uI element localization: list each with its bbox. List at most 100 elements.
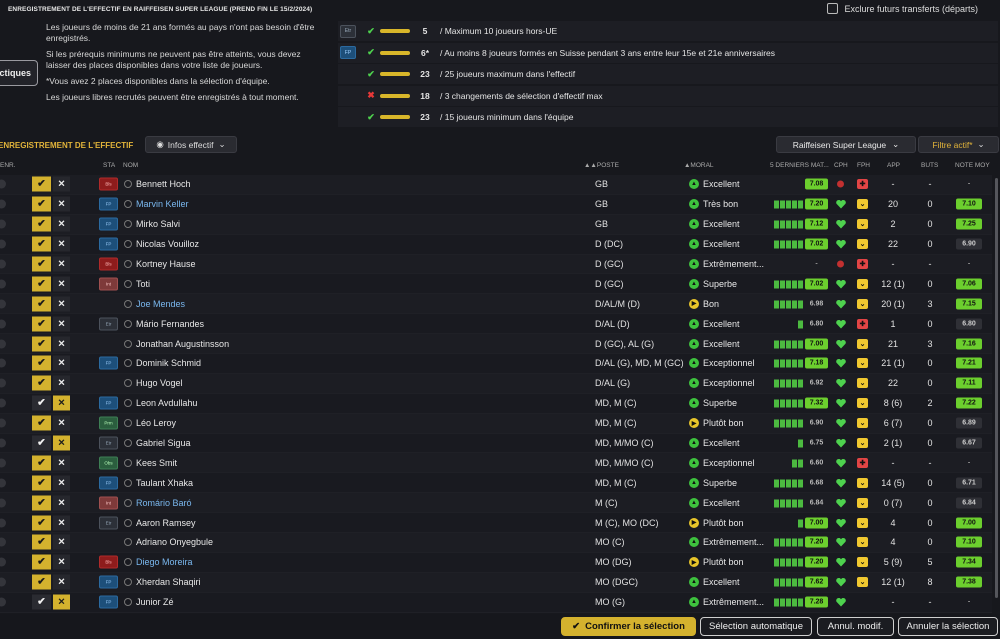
- player-name[interactable]: Léo Leroy: [136, 418, 176, 428]
- exclude-toggle[interactable]: ✕: [53, 256, 70, 272]
- exclude-toggle[interactable]: ✕: [53, 336, 70, 352]
- exclude-toggle[interactable]: ✕: [53, 316, 70, 332]
- exclude-toggle[interactable]: ✕: [53, 534, 70, 550]
- exclude-toggle[interactable]: ✕: [53, 395, 70, 411]
- exclude-toggle[interactable]: ✕: [53, 594, 70, 610]
- include-toggle[interactable]: ✔: [32, 574, 51, 590]
- registration-dot[interactable]: [0, 398, 6, 408]
- registration-dot[interactable]: [0, 597, 6, 607]
- exclude-toggle[interactable]: ✕: [53, 375, 70, 391]
- table-row[interactable]: ✔ ✕ Prm Léo Leroy MD, M (C) ▶ Plutôt bon 6.90 ⌄ 6…: [0, 413, 992, 434]
- registration-dot[interactable]: [0, 219, 6, 229]
- player-name[interactable]: Toti: [136, 279, 150, 289]
- player-name[interactable]: Kees Smit: [136, 458, 177, 468]
- include-toggle[interactable]: ✔: [32, 455, 51, 471]
- table-row[interactable]: ✔ ✕ Etr Gabriel Sigua MD, M/MO (C) ▲ Excellent…: [0, 433, 992, 454]
- exclude-toggle[interactable]: ✕: [53, 495, 70, 511]
- exclude-transfers-checkbox[interactable]: [827, 3, 839, 14]
- col-app[interactable]: APP: [887, 162, 900, 169]
- exclude-toggle[interactable]: ✕: [53, 355, 70, 371]
- player-name[interactable]: Nicolas Vouilloz: [136, 239, 199, 249]
- include-toggle[interactable]: ✔: [32, 534, 51, 550]
- player-name[interactable]: Gabriel Sigua: [136, 438, 191, 448]
- include-toggle[interactable]: ✔: [32, 475, 51, 491]
- registration-dot[interactable]: [0, 299, 6, 309]
- exclude-toggle[interactable]: ✕: [53, 574, 70, 590]
- registration-dot[interactable]: [0, 438, 6, 448]
- league-select[interactable]: Raiffeisen Super League ⌄: [776, 136, 916, 153]
- exclude-toggle[interactable]: ✕: [53, 515, 70, 531]
- exclude-toggle[interactable]: ✕: [53, 455, 70, 471]
- exclude-toggle[interactable]: ✕: [53, 276, 70, 292]
- include-toggle[interactable]: ✔: [32, 375, 51, 391]
- table-row[interactable]: ✔ ✕ Adriano Onyegbule MO (C) ▲ Extrêmement...…: [0, 533, 992, 553]
- include-toggle[interactable]: ✔: [32, 395, 51, 411]
- registration-dot[interactable]: [0, 378, 6, 388]
- player-name[interactable]: Adriano Onyegbule: [136, 537, 213, 547]
- cancel-selection-button[interactable]: Annuler la sélection: [898, 617, 998, 636]
- registration-dot[interactable]: [0, 319, 6, 329]
- player-name[interactable]: Jonathan Augustinsson: [136, 339, 229, 349]
- exclude-toggle[interactable]: ✕: [53, 435, 70, 451]
- auto-selection-button[interactable]: Sélection automatique: [700, 617, 812, 636]
- table-row[interactable]: ✔ ✕ Bls Kortney Hause D (GC) ▲ Extrêmement... -…: [0, 254, 992, 275]
- col-fph[interactable]: FPH: [857, 162, 870, 169]
- table-row[interactable]: ✔ ✕ Bls Diego Moreira MO (DG) ▶ Plutôt bon 7.20…: [0, 552, 992, 573]
- col-buts[interactable]: BUTS: [921, 162, 938, 169]
- table-row[interactable]: ✔ ✕ Etr Aaron Ramsey M (C), MO (DC) ▶ Plutôt b…: [0, 513, 992, 534]
- col-poste[interactable]: ▲▲POSTE: [584, 162, 619, 169]
- player-name[interactable]: Romário Baró: [136, 498, 192, 508]
- player-name[interactable]: Diego Moreira: [136, 557, 193, 567]
- table-row[interactable]: ✔ ✕ FP Nicolas Vouilloz D (DC) ▲ Excellent 7.02…: [0, 234, 992, 255]
- registration-dot[interactable]: [0, 179, 6, 189]
- player-name[interactable]: Mário Fernandes: [136, 319, 204, 329]
- undo-changes-button[interactable]: Annul. modif.: [817, 617, 894, 636]
- include-toggle[interactable]: ✔: [32, 316, 51, 332]
- registration-dot[interactable]: [0, 358, 6, 368]
- registration-dot[interactable]: [0, 498, 6, 508]
- table-row[interactable]: ✔ ✕ FP Junior Zé MO (G) ▲ Extrêmement... 7.28 - -…: [0, 592, 992, 613]
- col-cph[interactable]: CPH: [834, 162, 848, 169]
- table-row[interactable]: ✔ ✕ Int Romário Baró M (C) ▲ Excellent 6.84 ⌄ 0 (…: [0, 493, 992, 514]
- registration-dot[interactable]: [0, 458, 6, 468]
- player-name[interactable]: Mirko Salvi: [136, 219, 180, 229]
- include-toggle[interactable]: ✔: [32, 196, 51, 212]
- table-row[interactable]: ✔ ✕ FP Leon Avdullahu MD, M (C) ▲ Superbe 7.32 ⌄…: [0, 393, 992, 414]
- registration-dot[interactable]: [0, 518, 6, 528]
- table-row[interactable]: ✔ ✕ Hugo Vogel D/AL (G) ▲ Exceptionnel 6.92 ⌄ 22…: [0, 373, 992, 394]
- registration-dot[interactable]: [0, 418, 6, 428]
- include-toggle[interactable]: ✔: [32, 296, 51, 312]
- player-name[interactable]: Dominik Schmid: [136, 358, 201, 368]
- registration-dot[interactable]: [0, 577, 6, 587]
- table-row[interactable]: ✔ ✕ Joe Mendes D/AL/M (D) ▶ Bon 6.98 ⌄ 20 (1) 3 7.…: [0, 294, 992, 315]
- player-name[interactable]: Junior Zé: [136, 597, 174, 607]
- table-row[interactable]: ✔ ✕ FP Taulant Xhaka MD, M (C) ▲ Superbe 6.68 ⌄ 1…: [0, 473, 992, 494]
- registration-dot[interactable]: [0, 199, 6, 209]
- include-toggle[interactable]: ✔: [32, 515, 51, 531]
- player-name[interactable]: Leon Avdullahu: [136, 398, 197, 408]
- table-row[interactable]: ✔ ✕ Jonathan Augustinsson D (GC), AL (G) ▲ Ex…: [0, 334, 992, 355]
- table-row[interactable]: ✔ ✕ Bls Bennett Hoch GB ▲ Excellent 7.08 ✚ - - -: [0, 175, 992, 195]
- table-row[interactable]: ✔ ✕ Etr Mário Fernandes D/AL (D) ▲ Excellent 6.…: [0, 314, 992, 335]
- include-toggle[interactable]: ✔: [32, 554, 51, 570]
- player-name[interactable]: Kortney Hause: [136, 259, 196, 269]
- include-toggle[interactable]: ✔: [32, 236, 51, 252]
- include-toggle[interactable]: ✔: [32, 355, 51, 371]
- registration-dot[interactable]: [0, 239, 6, 249]
- table-row[interactable]: ✔ ✕ FP Marvin Keller GB ▲ Très bon 7.20 ⌄ 20 0 7.10: [0, 194, 992, 215]
- exclude-toggle[interactable]: ✕: [53, 415, 70, 431]
- col-nom[interactable]: NOM: [123, 162, 138, 169]
- include-toggle[interactable]: ✔: [32, 495, 51, 511]
- exclude-toggle[interactable]: ✕: [53, 554, 70, 570]
- table-row[interactable]: ✔ ✕ Obs Kees Smit MD, M/MO (C) ▲ Exceptionnel 6…: [0, 453, 992, 474]
- registration-dot[interactable]: [0, 478, 6, 488]
- include-toggle[interactable]: ✔: [32, 256, 51, 272]
- registration-dot[interactable]: [0, 537, 6, 547]
- include-toggle[interactable]: ✔: [32, 415, 51, 431]
- exclude-toggle[interactable]: ✕: [53, 296, 70, 312]
- col-matches[interactable]: 5 DERNIERS MAT...: [770, 162, 829, 169]
- tactics-button[interactable]: ctiques: [0, 60, 38, 86]
- registration-dot[interactable]: [0, 557, 6, 567]
- player-name[interactable]: Hugo Vogel: [136, 378, 183, 388]
- table-row[interactable]: ✔ ✕ Int Toti D (GC) ▲ Superbe 7.02 ⌄ 12 (1) 0 7.06: [0, 274, 992, 295]
